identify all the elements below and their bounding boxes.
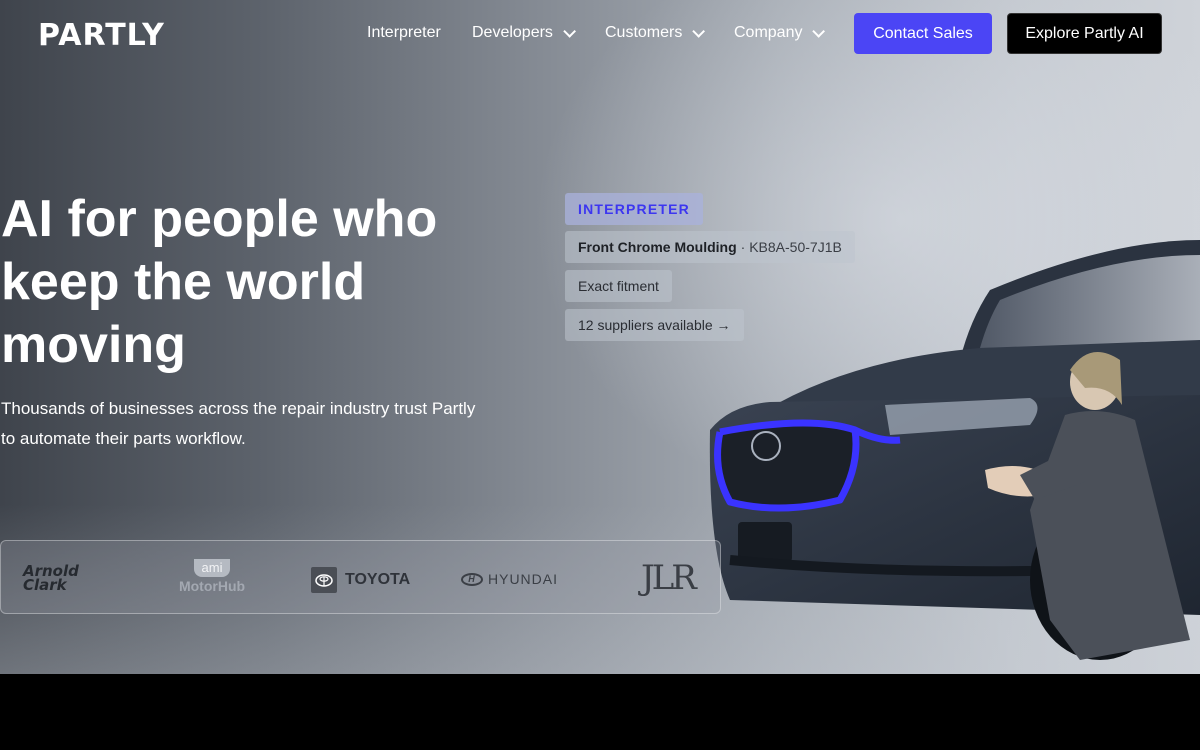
jlr-logo: JLR bbox=[641, 558, 697, 598]
hyundai-emblem-icon: H bbox=[461, 572, 483, 586]
suppliers-link[interactable]: 12 suppliers available → bbox=[565, 309, 744, 341]
ami-logo-bottom: MotorHub bbox=[178, 578, 246, 594]
hero-subtext: Thousands of businesses across the repai… bbox=[1, 399, 476, 448]
toyota-logo: TOYOTA bbox=[311, 567, 410, 593]
nav-customers[interactable]: Customers bbox=[605, 24, 706, 42]
arnold-clark-logo: Arnold Clark bbox=[23, 562, 103, 594]
nav-developers-label: Developers bbox=[472, 24, 553, 41]
explore-partly-ai-button[interactable]: Explore Partly AI bbox=[1007, 13, 1162, 54]
nav-company[interactable]: Company bbox=[734, 24, 826, 42]
part-name: Front Chrome Moulding bbox=[578, 239, 737, 255]
car-photo bbox=[709, 240, 1200, 660]
customer-logo-strip: Arnold Clark ami MotorHub TOYOTA H HYUND… bbox=[0, 540, 721, 614]
toyota-text: TOYOTA bbox=[345, 571, 411, 588]
partly-logo[interactable]: PARTLY bbox=[38, 18, 165, 53]
ami-motorhub-logo: ami MotorHub bbox=[173, 559, 251, 594]
nav-interpreter[interactable]: Interpreter bbox=[367, 24, 441, 42]
nav-developers[interactable]: Developers bbox=[472, 24, 576, 42]
arnold-clark-text: Arnold Clark bbox=[23, 562, 79, 594]
ami-logo-top: ami bbox=[193, 559, 231, 577]
contact-sales-button[interactable]: Contact Sales bbox=[854, 13, 992, 54]
fitment-chip: Exact fitment bbox=[565, 270, 672, 302]
nav-company-label: Company bbox=[734, 24, 803, 41]
nav-customers-label: Customers bbox=[605, 24, 683, 41]
toyota-emblem-icon bbox=[311, 567, 337, 593]
part-chip: Front Chrome Moulding · KB8A-50-7J1B bbox=[565, 231, 855, 263]
nav-interpreter-label: Interpreter bbox=[367, 24, 441, 41]
hyundai-logo: H HYUNDAI bbox=[461, 571, 558, 587]
hyundai-text: HYUNDAI bbox=[488, 571, 559, 587]
page-bottom-band bbox=[0, 674, 1200, 750]
interpreter-tag: INTERPRETER bbox=[565, 193, 703, 225]
part-code: · KB8A-50-7J1B bbox=[740, 239, 842, 255]
hero-headline: AI for people who keep the world moving bbox=[1, 190, 438, 374]
